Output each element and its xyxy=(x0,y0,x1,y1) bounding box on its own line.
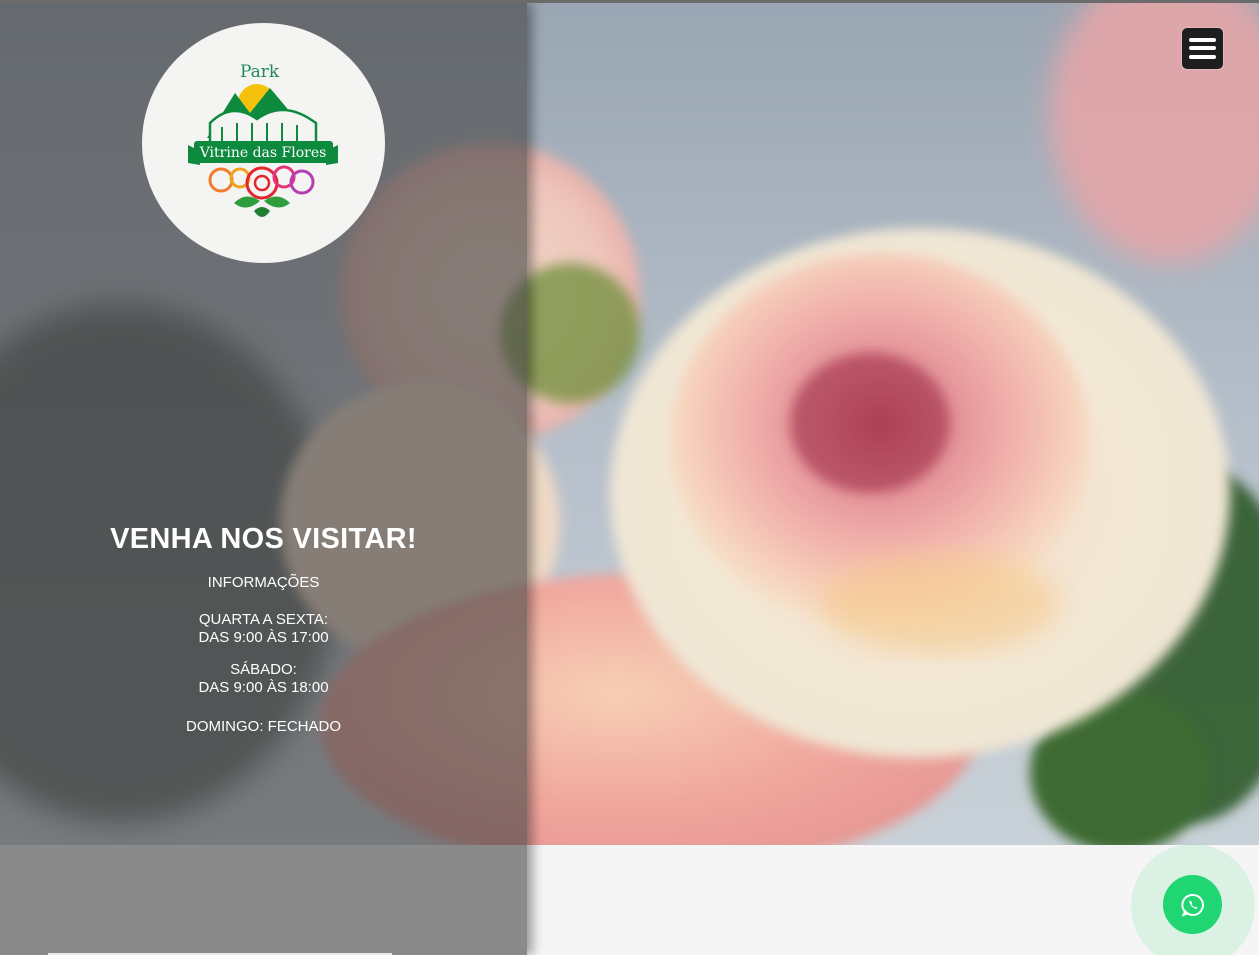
side-panel-footer xyxy=(0,845,527,955)
info-label: INFORMAÇÕES xyxy=(207,574,320,591)
info-side-panel: Park Vitrine das Flores VENHA NOS VISITA… xyxy=(0,3,527,955)
visit-info-section: VENHA NOS VISITAR! INFORMAÇÕES QUARTA A … xyxy=(0,523,527,736)
top-border xyxy=(0,0,1259,3)
visit-title: VENHA NOS VISITAR! xyxy=(110,523,417,555)
brand-logo[interactable]: Park Vitrine das Flores xyxy=(142,23,385,263)
saturday-label: SÁBADO: xyxy=(230,661,297,678)
sunday-hours: DOMINGO: FECHADO xyxy=(185,718,341,735)
logo-park-text: Park xyxy=(240,62,280,82)
weekday-hours: DAS 9:00 ÀS 17:00 xyxy=(198,629,329,646)
greenhouse-roses-logo: Park Vitrine das Flores xyxy=(188,62,338,217)
hamburger-menu-icon xyxy=(1189,38,1216,42)
weekday-label: QUARTA A SEXTA: xyxy=(198,611,329,628)
whatsapp-icon xyxy=(1180,893,1204,917)
saturday-hours: DAS 9:00 ÀS 18:00 xyxy=(198,679,329,696)
logo-name-text: Vitrine das Flores xyxy=(199,145,327,161)
whatsapp-button[interactable] xyxy=(1163,875,1222,934)
menu-button[interactable] xyxy=(1182,28,1223,69)
